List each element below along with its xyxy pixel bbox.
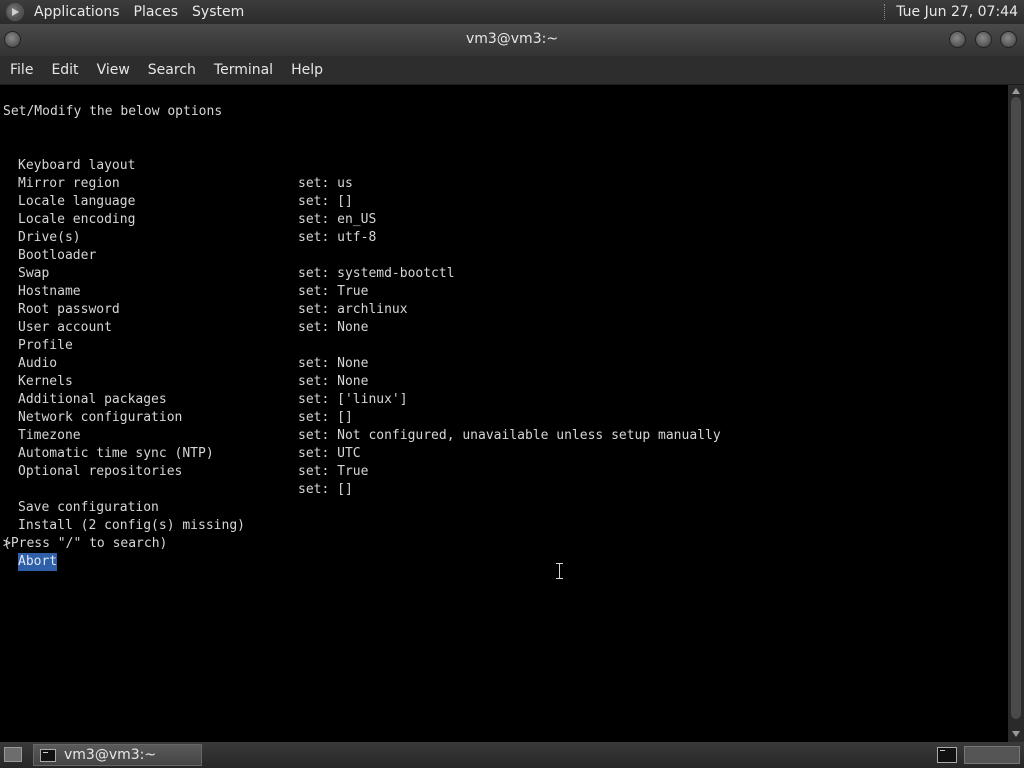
close-button[interactable] [1000,31,1017,48]
install-item[interactable]: Install (2 config(s) missing) [0,499,1000,533]
system-menu[interactable]: System [190,4,246,20]
option-row[interactable]: Mirror region set: [] [0,157,1000,209]
distro-menu-icon[interactable] [6,3,24,21]
top-panel: Applications Places System Tue Jun 27, 0… [0,0,1024,24]
abort-item[interactable]: Abort [18,553,58,571]
workspace-switcher[interactable] [964,746,1020,764]
places-menu[interactable]: Places [132,4,181,20]
option-name: Optional repositories [18,464,183,479]
option-row[interactable]: User account [0,301,1000,335]
option-row[interactable]: Locale language set: en_US [0,175,1000,227]
menu-file[interactable]: File [0,62,42,78]
option-row[interactable]: Kernels set: ['linux'] [0,355,1000,407]
option-row[interactable]: Network configuration set: Not configure… [0,391,1000,443]
terminal-icon [40,748,56,762]
bottom-panel: vm3@vm3:~ [0,742,1024,768]
option-row[interactable]: Automatic time sync (NTP) set: True [0,427,1000,479]
terminal-scrollbar[interactable] [1008,85,1024,742]
option-row[interactable]: Additional packages set: [] [0,373,1000,425]
menu-view[interactable]: View [88,62,139,78]
option-row[interactable]: Hostname set: archlinux [0,265,1000,317]
panel-separator [884,4,888,20]
option-row[interactable]: Bootloader set: systemd-bootctl [0,229,1000,281]
scrollbar-thumb[interactable] [1011,97,1021,719]
clock[interactable]: Tue Jun 27, 07:44 [896,4,1018,20]
scroll-down-arrow-icon[interactable] [1012,731,1020,737]
option-row[interactable]: Swap set: True [0,247,1000,299]
option-row[interactable]: Profile set: None [0,319,1000,371]
abort-item-row[interactable]: > Abort [0,517,1000,571]
option-row[interactable]: Keyboard layout set: us [0,139,1000,191]
option-value: set: True [298,464,369,479]
maximize-button[interactable] [975,31,992,48]
option-row[interactable]: Locale encoding set: utf-8 [0,193,1000,245]
applications-menu[interactable]: Applications [32,4,122,20]
text-cursor-icon [556,563,563,579]
menu-search[interactable]: Search [139,62,205,78]
option-row[interactable]: Drive(s) [0,211,1000,245]
menu-terminal[interactable]: Terminal [205,62,282,78]
save-configuration-item[interactable]: Save configuration [0,481,1000,515]
terminal-area[interactable]: Set/Modify the below options Keyboard la… [0,85,1008,742]
option-row[interactable]: Audio set: None [0,337,1000,389]
option-row[interactable]: Optional repositories set: [] [0,445,1000,497]
window-title-bar[interactable]: vm3@vm3:~ [0,24,1024,56]
menu-help[interactable]: Help [282,62,332,78]
option-row[interactable]: Timezone set: UTC [0,409,1000,461]
option-row[interactable]: Root password set: None [0,283,1000,335]
minimize-button[interactable] [949,31,966,48]
terminal-menu-bar: File Edit View Search Terminal Help [0,56,1024,85]
scroll-up-arrow-icon[interactable] [1012,88,1020,94]
menu-edit[interactable]: Edit [42,62,87,78]
taskbar-window-button[interactable]: vm3@vm3:~ [33,744,202,766]
show-desktop-icon[interactable] [4,747,22,762]
menu-header: Set/Modify the below options [3,104,223,119]
taskbar-window-label: vm3@vm3:~ [64,747,157,763]
window-title: vm3@vm3:~ [465,31,559,47]
search-hint: (Press "/" to search) [3,536,168,551]
terminal-icon[interactable] [937,747,957,763]
